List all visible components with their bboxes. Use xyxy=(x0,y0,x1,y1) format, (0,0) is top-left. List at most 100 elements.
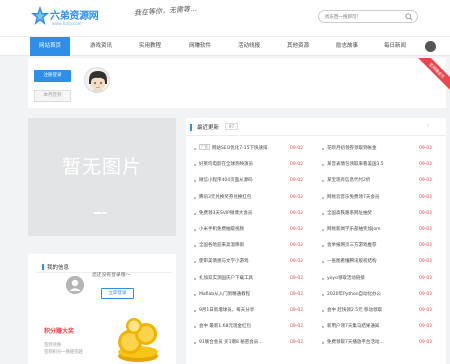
nav-item-tutorials[interactable]: 实用教程 xyxy=(130,37,170,56)
list-item-title[interactable]: 广告 网站SEO优化7-15下快速排… xyxy=(199,144,269,154)
nav-item-stories[interactable]: 励志故事 xyxy=(327,37,367,56)
user-menu-icon[interactable] xyxy=(425,41,436,52)
search-box[interactable] xyxy=(318,10,418,23)
nav-item-money-apps[interactable]: 网赚软件 xyxy=(180,37,220,56)
list-item[interactable]: 91联合会员 买1赠8 秘密会员… 09-02 xyxy=(194,338,306,348)
carousel-dot[interactable] xyxy=(94,212,101,214)
list-item-text[interactable]: 91联合会员 买1赠8 秘密会员… xyxy=(199,340,263,345)
list-item-text[interactable]: 9月1日新增球员，每天分享 xyxy=(199,308,254,313)
list-item-text[interactable]: 扎加双实测国庆户下载工具 xyxy=(199,276,253,281)
list-item-text[interactable]: 新用户领7天集马结果通知 xyxy=(327,324,379,329)
list-item-text[interactable]: 好莱坞电影在全球热映演员 xyxy=(199,162,253,167)
list-item[interactable]: 全国各地迎来高温降雨 09-02 xyxy=(194,241,306,251)
list-item[interactable]: 免费领3天SVIP微博大会员 09-02 xyxy=(194,209,306,219)
list-item-text[interactable]: 微信小程序404页面从源码 xyxy=(199,178,253,183)
list-item[interactable]: 某音表情包领取来看美国3.5 09-02 xyxy=(322,160,435,170)
list-item[interactable]: 某宝现有信息代付2折 09-02 xyxy=(322,176,435,186)
list-item[interactable]: 扎加双实测国庆户下载工具 09-02 xyxy=(194,274,306,284)
list-item-title[interactable]: 某音表情包领取来看美国3.5 xyxy=(327,160,397,170)
list-item-text[interactable]: 会中 最新1.68元现金红包 xyxy=(199,324,251,329)
list-item-text[interactable]: Mafiab从入门到精通教程 xyxy=(199,292,250,297)
list-item[interactable]: 免费领取7天播放平台活动… 09-02 xyxy=(322,338,435,348)
list-item-text[interactable]: 会举报网页三方游戏推荐 xyxy=(327,243,377,248)
nav-item-daily-news[interactable]: 每日新闻 xyxy=(375,37,415,56)
list-item-text[interactable]: 会中 赶快领2.5元 移动领取 xyxy=(327,308,382,313)
list-item[interactable]: 会举报网页三方游戏推荐 09-02 xyxy=(322,241,435,251)
checkin-ribbon[interactable]: 签到赚金币 xyxy=(418,58,450,90)
list-item-title[interactable]: 新用户领7天集马结果通知 xyxy=(327,322,397,332)
list-item-title[interactable]: 好莱坞电影在全球热映演员 xyxy=(199,160,269,170)
list-item-title[interactable]: 9月1日新增球员，每天分享 xyxy=(199,306,269,316)
list-item-text[interactable]: 全国高铁路系网址抽奖 xyxy=(327,211,372,216)
list-item-text[interactable]: 免费领取7天播放平台活动… xyxy=(327,340,384,345)
list-item-title[interactable]: 腾讯3元兑换奖券兑换红包 xyxy=(199,193,269,203)
list-item[interactable]: 网易云音乐免费领7天会员 09-02 xyxy=(322,193,435,203)
list-item-title[interactable]: 一张图看懂腾讯股权结构 xyxy=(327,257,397,267)
list-item[interactable]: 小米手机免费抽取视频 09-02 xyxy=(194,225,306,235)
site-logo[interactable]: 六弟资源网 www.6dzy.com xyxy=(30,5,110,29)
list-item[interactable]: 会中 最新1.68元现金红包 09-02 xyxy=(194,322,306,332)
list-item-title[interactable]: 会举报网页三方游戏推荐 xyxy=(327,241,397,251)
nav-item-other[interactable]: 其他资源 xyxy=(278,37,318,56)
list-item-text[interactable]: yoyo领取活动链接 xyxy=(327,276,365,281)
list-item-text[interactable]: 网易新闻学乐部抽奖加Jom xyxy=(327,227,380,232)
search-input[interactable] xyxy=(325,13,403,21)
list-item-title[interactable]: 花呗月初领券领取到帐金 xyxy=(327,144,397,154)
list-item[interactable]: 广告 网站SEO优化7-15下快速排… 09-02 xyxy=(194,144,306,154)
list-item-text[interactable]: 某音表情包领取来看美国3.5 xyxy=(327,162,384,167)
list-item-text[interactable]: 免费领3天SVIP微博大会员 xyxy=(199,211,252,216)
list-item-title[interactable]: 扎加双实测国庆户下载工具 xyxy=(199,274,269,284)
list-item[interactable]: 腾讯3元兑换奖券兑换红包 09-02 xyxy=(194,193,306,203)
list-item-title[interactable]: 会中 赶快领2.5元 移动领取 xyxy=(327,306,397,316)
list-item[interactable]: 全国高铁路系网址抽奖 09-02 xyxy=(322,209,435,219)
list-item-text[interactable]: 某宝现有信息代付2折 xyxy=(327,178,370,183)
monthly-checkin-button[interactable]: 本月签到 xyxy=(34,90,71,102)
list-item-title[interactable]: 2020年Python自动化办公 xyxy=(327,290,397,300)
list-item-title[interactable]: yoyo领取活动链接 xyxy=(327,274,397,284)
more-arrow-icon[interactable]: › xyxy=(427,122,429,129)
nav-item-activities[interactable]: 活动线报 xyxy=(229,37,269,56)
list-item-title[interactable]: 全国各地迎来高温降雨 xyxy=(199,241,269,251)
list-item-text[interactable]: 网站SEO优化7-15下快速排… xyxy=(212,146,269,151)
list-item[interactable]: 网易新闻学乐部抽奖加Jom 09-02 xyxy=(322,225,435,235)
list-item-title[interactable]: 全国高铁路系网址抽奖 xyxy=(327,209,397,219)
list-item-text[interactable]: 网易云音乐免费领7天会员 xyxy=(327,195,379,200)
list-item-title[interactable]: 网易云音乐免费领7天会员 xyxy=(327,193,397,203)
list-item-text[interactable]: 2020年Python自动化办公 xyxy=(327,292,381,297)
list-item-text[interactable]: 一张图看懂腾讯股权结构 xyxy=(327,259,377,264)
list-item-title[interactable]: 小米手机免费抽取视频 xyxy=(199,225,269,235)
list-item[interactable]: 新用户领7天集马结果通知 09-02 xyxy=(322,322,435,332)
list-item-title[interactable]: 微信小程序404页面从源码 xyxy=(199,176,269,186)
list-item-text[interactable]: 花呗月初领券领取到帐金 xyxy=(327,146,377,151)
nav-item-game-news[interactable]: 游戏资讯 xyxy=(81,37,121,56)
list-item[interactable]: 9月1日新增球员，每天分享 09-02 xyxy=(194,306,306,316)
list-item[interactable]: 会中 赶快领2.5元 移动领取 09-02 xyxy=(322,306,435,316)
list-item-text[interactable]: 全国各地迎来高温降雨 xyxy=(199,243,244,248)
list-item[interactable]: 2020年Python自动化办公 09-02 xyxy=(322,290,435,300)
list-item-text[interactable]: 小米手机免费抽取视频 xyxy=(199,227,244,232)
list-item[interactable]: 微信小程序404页面从源码 09-02 xyxy=(194,176,306,186)
carousel-dot[interactable] xyxy=(102,212,107,214)
list-item-title[interactable]: Mafiab从入门到精通教程 xyxy=(199,290,269,300)
list-item-title[interactable]: 使审美情感与文学小游戏 xyxy=(199,257,269,267)
list-item[interactable]: 使审美情感与文学小游戏 09-02 xyxy=(194,257,306,267)
list-item[interactable]: Mafiab从入门到精通教程 09-02 xyxy=(194,290,306,300)
list-item[interactable]: yoyo领取活动链接 09-02 xyxy=(322,274,435,284)
login-now-button[interactable]: 立即登录 xyxy=(101,288,134,299)
list-item-text[interactable]: 腾讯3元兑换奖券兑换红包 xyxy=(199,195,251,200)
list-item[interactable]: 一张图看懂腾讯股权结构 09-02 xyxy=(322,257,435,267)
list-item[interactable]: 好莱坞电影在全球热映演员 09-02 xyxy=(194,160,306,170)
list-item-title[interactable]: 91联合会员 买1赠8 秘密会员… xyxy=(199,338,269,348)
list-item-title[interactable]: 免费领3天SVIP微博大会员 xyxy=(199,209,269,219)
login-register-button[interactable]: 注册登录 xyxy=(34,70,71,82)
list-item-title[interactable]: 免费领取7天播放平台活动… xyxy=(327,338,397,348)
list-item-text[interactable]: 使审美情感与文学小游戏 xyxy=(199,259,249,264)
list-item-title[interactable]: 网易新闻学乐部抽奖加Jom xyxy=(327,225,397,235)
list-item-title[interactable]: 某宝现有信息代付2折 xyxy=(327,176,397,186)
nav-item-home[interactable]: 网站首页 xyxy=(30,37,70,56)
list-item[interactable]: 花呗月初领券领取到帐金 09-02 xyxy=(322,144,435,154)
search-icon[interactable] xyxy=(405,13,413,21)
featured-image-placeholder[interactable]: 暂无图片 xyxy=(28,118,176,236)
list-item-title[interactable]: 会中 最新1.68元现金红包 xyxy=(199,322,269,332)
avatar[interactable] xyxy=(84,67,110,93)
